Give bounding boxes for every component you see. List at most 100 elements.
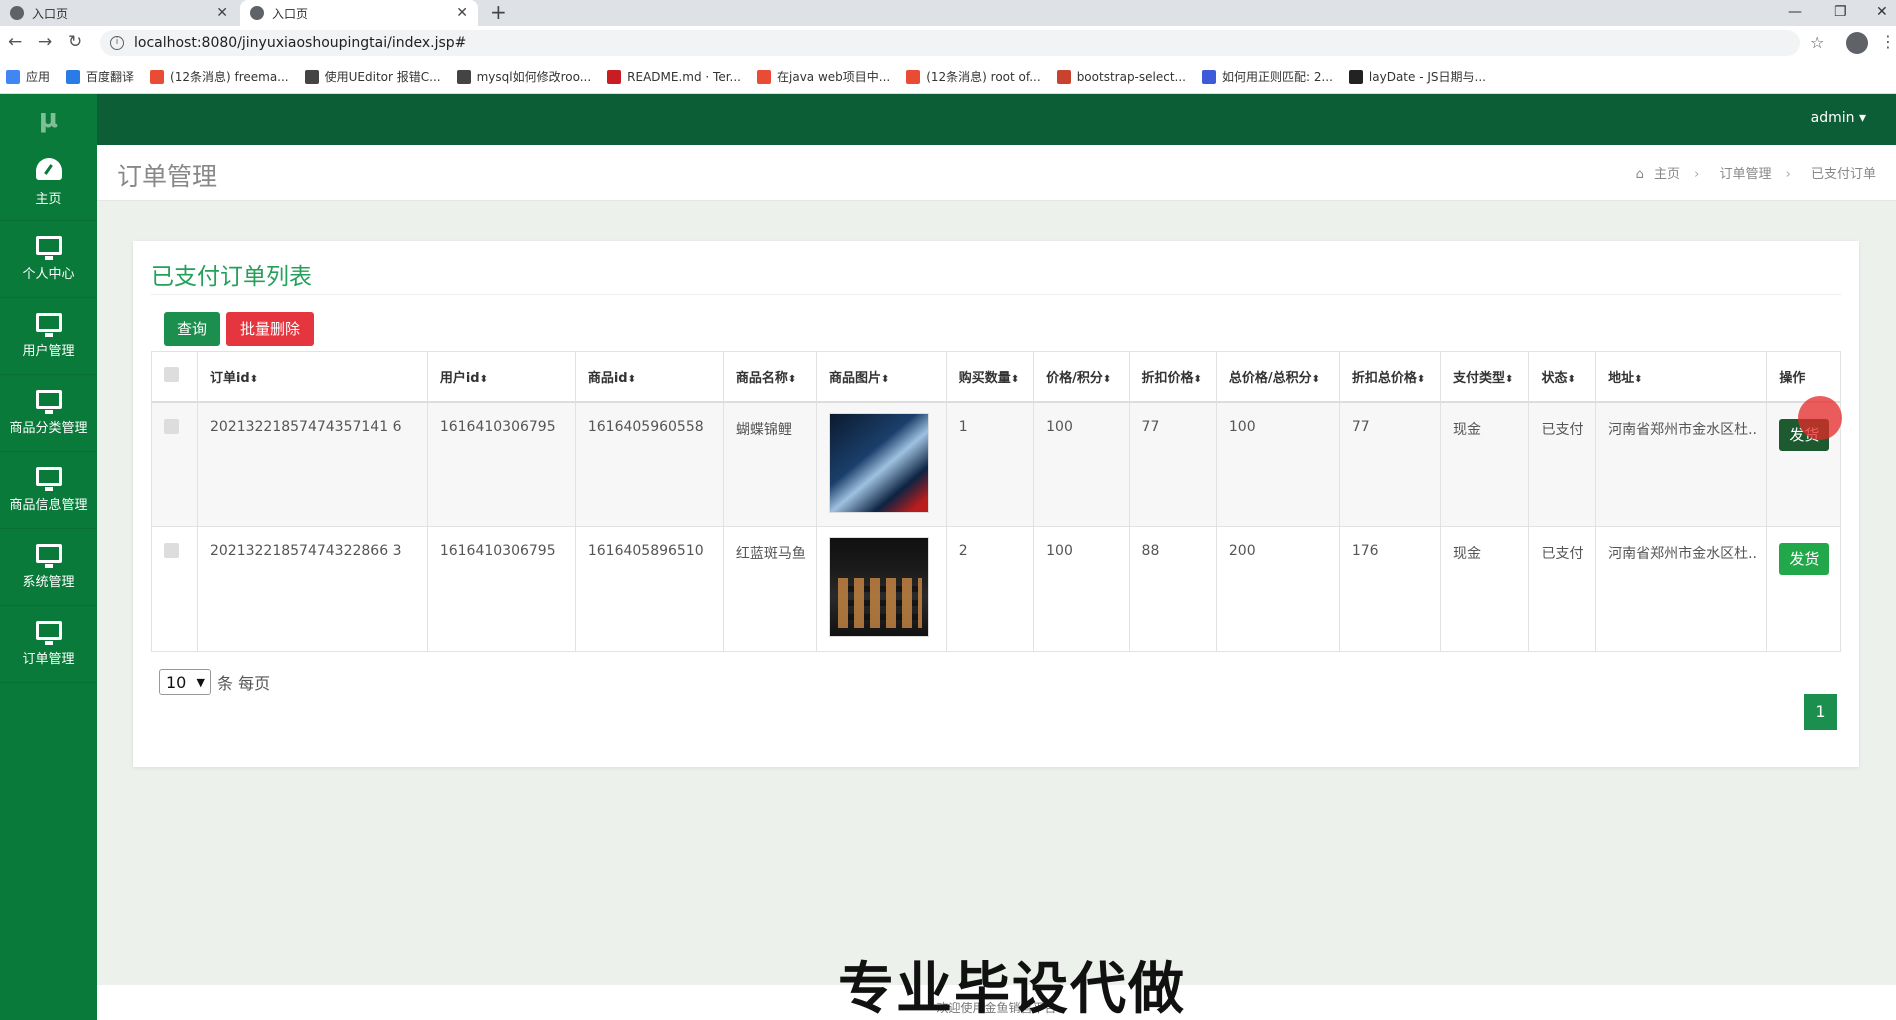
sort-icon: ⬍ [479, 373, 488, 385]
bookmark-item[interactable]: bootstrap-select... [1056, 69, 1186, 84]
column-header[interactable]: 地址⬍ [1595, 351, 1768, 403]
close-tab-icon[interactable]: ✕ [456, 5, 468, 21]
new-tab-button[interactable]: + [490, 0, 507, 26]
pagination-page-button[interactable]: 1 [1804, 694, 1837, 730]
bookmark-item[interactable]: 百度翻译 [66, 68, 134, 85]
column-header[interactable]: 商品id⬍ [574, 351, 724, 403]
sort-icon: ⬍ [880, 373, 890, 385]
select-all-checkbox[interactable] [164, 366, 179, 382]
breadcrumb-current: 已支付订单 [1810, 167, 1876, 182]
sidebar-item[interactable]: 用户管理 [0, 298, 97, 375]
column-header-label: 订单id [209, 370, 250, 386]
page-size-value: 10 [166, 672, 187, 692]
sidebar-item[interactable]: 商品分类管理 [0, 375, 97, 452]
browser-tab-bar: 入口页 ✕ 入口页 ✕ + — ❐ ✕ [0, 0, 1896, 26]
profile-avatar[interactable] [1846, 32, 1868, 54]
column-header[interactable]: 总价格/总积分⬍ [1215, 351, 1340, 403]
url-field[interactable]: i localhost:8080/jinyuxiaoshoupingtai/in… [100, 30, 1800, 56]
sort-icon: ⬍ [1416, 373, 1426, 385]
back-icon[interactable]: ← [8, 32, 22, 52]
home-icon: ⌂ [1635, 167, 1644, 182]
bookmark-item[interactable]: 使用UEditor 报错C... [304, 68, 441, 85]
column-header-label: 商品名称 [735, 370, 788, 386]
bookmark-item[interactable]: 在java web项目中... [757, 68, 890, 85]
row-checkbox[interactable] [164, 543, 179, 558]
breadcrumb-separator: › [1785, 167, 1791, 182]
bookmark-label: 应用 [26, 70, 51, 84]
batch-delete-button[interactable]: 批量删除 [226, 312, 314, 346]
watermark-text: 专业毕设代做 [838, 957, 1186, 1020]
bookmark-item[interactable]: (12条消息) freema... [150, 68, 289, 85]
sidebar-item[interactable]: 订单管理 [0, 606, 97, 683]
column-header[interactable]: 商品图片⬍ [815, 351, 947, 403]
column-header[interactable]: 购买数量⬍ [945, 351, 1035, 403]
bookmarks-bar: 应用 百度翻译 (12条消息) freema... 使用UEditor 报错C... m… [0, 60, 1896, 94]
column-header[interactable]: 支付类型⬍ [1439, 351, 1530, 403]
sidebar-item[interactable]: 主页 [0, 144, 97, 221]
cell-discount-total: 77 [1338, 401, 1441, 527]
close-window-button[interactable]: ✕ [1876, 0, 1888, 26]
cell-pay-type: 现金 [1439, 401, 1530, 527]
breadcrumb: ⌂ 主页 › 订单管理 › 已支付订单 [1630, 163, 1876, 182]
bookmark-item[interactable]: 应用 [6, 68, 50, 85]
sidebar-item[interactable]: 个人中心 [0, 221, 97, 298]
sidebar-item-label: 主页 [35, 191, 62, 207]
breadcrumb-home[interactable]: 主页 [1654, 167, 1680, 182]
page-size-select[interactable]: 10 ▼ [159, 669, 211, 695]
monitor-icon [35, 313, 62, 337]
bookmark-favicon-icon [6, 69, 20, 84]
browser-tab[interactable]: 入口页 ✕ [0, 0, 238, 26]
row-checkbox[interactable] [164, 418, 179, 434]
browser-tab-active[interactable]: 入口页 ✕ [240, 0, 478, 26]
column-header[interactable]: 折扣价格⬍ [1128, 351, 1217, 403]
bookmark-item[interactable]: 如何用正则匹配: 2... [1201, 68, 1333, 85]
minimize-button[interactable]: — [1788, 0, 1802, 26]
bookmark-star-icon[interactable]: ☆ [1810, 33, 1824, 52]
cell-product-id: 1616405896510 [574, 526, 724, 652]
page-title: 订单管理 [117, 162, 218, 191]
column-header-label: 总价格/总积分 [1228, 370, 1312, 386]
sidebar-item[interactable]: 商品信息管理 [0, 452, 97, 529]
column-header-label: 商品图片 [828, 370, 881, 386]
column-header[interactable]: 用户id⬍ [426, 351, 576, 403]
user-menu[interactable]: admin ▾ [1811, 110, 1866, 126]
cell-total: 100 [1215, 401, 1340, 527]
bookmark-favicon-icon [607, 69, 622, 84]
column-header-label: 地址 [1608, 370, 1635, 386]
restore-button[interactable]: ❐ [1834, 0, 1847, 26]
column-header[interactable]: 折扣总价格⬍ [1338, 351, 1441, 403]
orders-table: 订单id⬍ 用户id⬍ 商品id⬍ 商品名称⬍ 商品图片⬍ 购买数量⬍ 价格/积分⬍ 折扣价格… [151, 351, 1841, 652]
breadcrumb-level1[interactable]: 订单管理 [1719, 167, 1771, 182]
sort-icon: ⬍ [627, 373, 636, 385]
row-select-cell [151, 401, 198, 527]
sidebar-item[interactable]: 系统管理 [0, 529, 97, 606]
bookmark-item[interactable]: layDate - JS日期与... [1348, 68, 1486, 85]
column-header-label: 操作 [1779, 370, 1806, 386]
dashboard-icon [35, 157, 62, 180]
bookmark-item[interactable]: (12条消息) root of... [906, 68, 1041, 85]
column-header[interactable]: 状态⬍ [1528, 351, 1597, 403]
sort-icon: ⬍ [1504, 373, 1514, 385]
column-header-label: 折扣总价格 [1351, 370, 1417, 386]
table-row: 20213221857474322866 3 1616410306795 16164… [151, 526, 1841, 652]
bookmark-label: 如何用正则匹配: 2... [1221, 70, 1333, 84]
row-select-cell [151, 526, 198, 652]
column-header[interactable]: 订单id⬍ [196, 351, 428, 403]
query-button[interactable]: 查询 [164, 312, 220, 346]
bookmark-label: 使用UEditor 报错C... [324, 70, 441, 84]
reload-icon[interactable]: ↻ [68, 32, 82, 52]
bookmark-item[interactable]: mysql如何修改roo... [456, 68, 591, 85]
product-image [828, 537, 929, 637]
close-tab-icon[interactable]: ✕ [216, 5, 228, 21]
column-header[interactable]: 价格/积分⬍ [1033, 351, 1130, 403]
product-image [828, 412, 929, 513]
bookmark-favicon-icon [304, 69, 319, 84]
bookmark-item[interactable]: README.md · Ter... [607, 69, 741, 84]
cell-qty: 1 [945, 401, 1035, 527]
cell-price: 100 [1033, 401, 1130, 527]
column-header[interactable]: 商品名称⬍ [722, 351, 817, 403]
forward-icon[interactable]: → [38, 32, 52, 52]
product-image-cell [815, 401, 947, 527]
menu-icon[interactable]: ⋮ [1880, 32, 1896, 51]
ship-button[interactable]: 发货 [1779, 543, 1830, 575]
